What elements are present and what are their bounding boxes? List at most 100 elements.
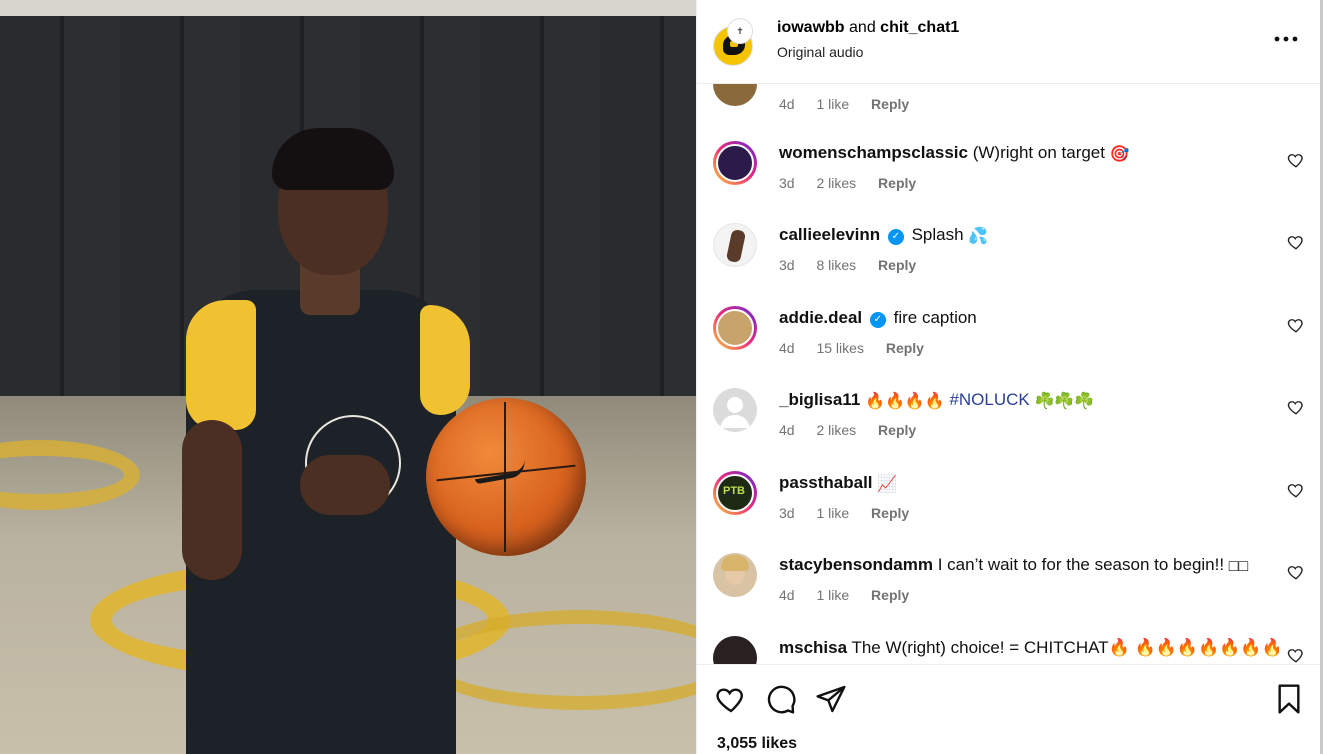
splash-emoji: 💦	[968, 228, 989, 245]
reply-button[interactable]: Reply	[871, 587, 909, 603]
comment-username[interactable]: mschisa	[779, 638, 847, 657]
comment-username[interactable]: callieelevinn	[779, 225, 880, 244]
comment-time: 3d	[779, 257, 795, 273]
author-link[interactable]: chit_chat1	[880, 19, 959, 36]
swoosh-logo	[473, 459, 527, 485]
comment-avatar[interactable]	[713, 84, 757, 106]
default-avatar-icon	[720, 397, 750, 428]
comment-time: 4d	[779, 340, 795, 356]
comment-body: callieelevinn ✓ Splash 💦	[779, 225, 1279, 246]
comment-avatar[interactable]: PTB	[713, 471, 757, 515]
comment-body: addie.deal ✓ fire caption	[779, 308, 1279, 328]
emoji-placeholder: □□	[1228, 558, 1249, 575]
share-icon[interactable]	[815, 683, 847, 715]
player-sleeve	[420, 305, 470, 415]
comment-text: The W(right) choice! = CHITCHAT🔥 🔥🔥🔥🔥🔥🔥🔥	[851, 638, 1279, 657]
comment-body: mschisa The W(right) choice! = CHITCHAT🔥…	[779, 638, 1279, 658]
chevron-down-icon[interactable]	[1287, 84, 1305, 88]
shamrock-emoji: ☘️☘️☘️	[1034, 393, 1095, 410]
heart-icon[interactable]	[1287, 151, 1305, 169]
player-hand	[300, 455, 390, 515]
player-hair	[272, 128, 394, 190]
heart-icon[interactable]	[1287, 316, 1305, 334]
comment-avatar[interactable]	[713, 553, 757, 597]
heart-icon[interactable]	[1287, 563, 1305, 581]
comment-likes[interactable]: 2 likes	[816, 175, 856, 191]
comment-icon[interactable]	[765, 683, 797, 715]
comment-username[interactable]: stacybensondamm	[779, 555, 933, 574]
comment-likes[interactable]: 1 like	[816, 505, 849, 521]
comment-text: Splash	[911, 225, 964, 244]
comment-row: callieelevinn ✓ Splash 💦 3d 8 likes Repl…	[697, 223, 1321, 305]
target-emoji: 🎯	[1109, 146, 1130, 163]
comment-avatar[interactable]	[713, 141, 757, 185]
comment-username[interactable]: addie.deal	[779, 308, 862, 327]
comment-meta: 4d 15 likes Reply	[779, 340, 942, 356]
comment-time: 3d	[779, 175, 795, 191]
comment-text: I can’t wait to for the season to begin!…	[937, 555, 1229, 574]
comment-time: 4d	[779, 96, 795, 112]
comment-avatar[interactable]	[713, 223, 757, 267]
heart-icon[interactable]	[1287, 481, 1305, 499]
hashtag-link[interactable]: #NOLUCK	[949, 390, 1029, 409]
post-header: ✝ iowawbb and chit_chat1 Original audio	[697, 0, 1321, 84]
more-icon	[1274, 36, 1298, 42]
comment-body: _biglisa11 🔥🔥🔥🔥 #NOLUCK ☘️☘️☘️	[779, 390, 1279, 411]
comment-time: 4d	[779, 587, 795, 603]
verified-badge-icon: ✓	[887, 229, 904, 245]
comment-meta: 4d 1 like Reply	[779, 96, 927, 112]
post-actions: 3,055 likes	[697, 664, 1321, 754]
comment-time: 4d	[779, 422, 795, 438]
comment-username[interactable]: _biglisa11	[779, 390, 860, 409]
heart-icon[interactable]	[715, 683, 747, 715]
comment-body: passthaball 📈	[779, 473, 1279, 494]
comment-body: stacybensondamm I can’t wait to for the …	[779, 555, 1279, 576]
post-media[interactable]	[0, 0, 696, 754]
audio-label[interactable]: Original audio	[777, 44, 863, 60]
likes-count[interactable]: 3,055 likes	[717, 735, 797, 753]
comment-username[interactable]: womenschampsclassic	[779, 143, 968, 162]
comment-row: 4d 1 like Reply	[697, 84, 1321, 144]
heart-icon[interactable]	[1287, 233, 1305, 251]
comment-likes[interactable]: 2 likes	[816, 422, 856, 438]
comment-meta: 3d 1 like Reply	[779, 505, 927, 521]
post-authors: iowawbb and chit_chat1	[777, 19, 959, 37]
basketball	[426, 398, 586, 556]
bookmark-icon[interactable]	[1273, 683, 1305, 715]
reply-button[interactable]: Reply	[871, 505, 909, 521]
author-link[interactable]: iowawbb	[777, 19, 845, 36]
more-options-button[interactable]	[1272, 28, 1300, 52]
comment-row: addie.deal ✓ fire caption 4d 15 likes Re…	[697, 306, 1321, 388]
comments-list[interactable]: 4d 1 like Reply womenschampsclassic (W)r…	[697, 84, 1321, 664]
comment-avatar[interactable]	[713, 636, 757, 664]
comment-username[interactable]: passthaball	[779, 473, 873, 492]
comment-avatar[interactable]	[713, 306, 757, 350]
comment-text: (W)right on target	[972, 143, 1105, 162]
reply-button[interactable]: Reply	[886, 340, 924, 356]
media-top-strip	[0, 0, 696, 16]
chart-emoji: 📈	[877, 476, 898, 493]
verified-badge-icon: ✓	[869, 312, 886, 328]
post-panel: ✝ iowawbb and chit_chat1 Original audio …	[696, 0, 1321, 754]
comment-meta: 4d 1 like Reply	[779, 587, 927, 603]
player-arm	[182, 420, 242, 580]
comment-row: stacybensondamm I can’t wait to for the …	[697, 553, 1321, 635]
comment-row: mschisa The W(right) choice! = CHITCHAT🔥…	[697, 636, 1321, 664]
heart-icon[interactable]	[1287, 398, 1305, 416]
comment-row: PTB passthaball 📈 3d 1 like Reply	[697, 471, 1321, 553]
comment-likes[interactable]: 8 likes	[816, 257, 856, 273]
reply-button[interactable]: Reply	[878, 175, 916, 191]
comment-likes[interactable]: 15 likes	[816, 340, 863, 356]
comment-likes[interactable]: 1 like	[816, 587, 849, 603]
comment-avatar[interactable]	[713, 388, 757, 432]
comment-text: fire caption	[893, 308, 977, 327]
player-sleeve	[186, 300, 256, 430]
avatar-chit-chat[interactable]: ✝	[727, 18, 753, 44]
reply-button[interactable]: Reply	[878, 422, 916, 438]
heart-icon[interactable]	[1287, 646, 1305, 664]
reply-button[interactable]: Reply	[871, 96, 909, 112]
comment-meta: 4d 2 likes Reply	[779, 422, 934, 438]
comment-meta: 3d 2 likes Reply	[779, 175, 934, 191]
reply-button[interactable]: Reply	[878, 257, 916, 273]
comment-likes[interactable]: 1 like	[816, 96, 849, 112]
